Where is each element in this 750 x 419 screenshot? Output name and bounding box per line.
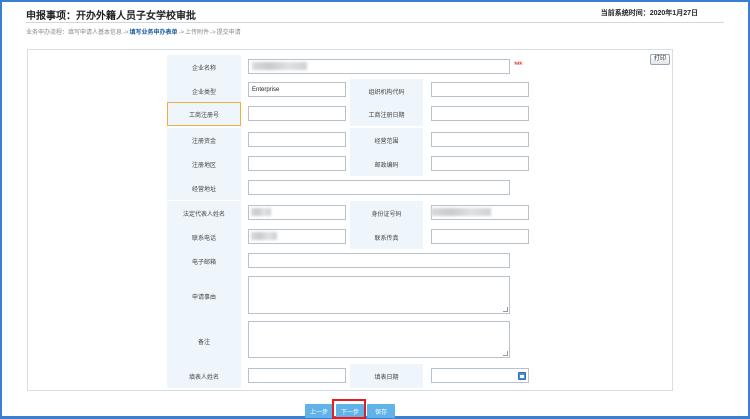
business-address-label: 经营地址 bbox=[167, 176, 241, 200]
step-1: 填写申请人基本信息 bbox=[68, 30, 123, 36]
reg-area-input[interactable] bbox=[248, 156, 346, 171]
required-mark: *** bbox=[514, 60, 522, 70]
step-2-current: 填写业务申办表单 bbox=[129, 30, 178, 36]
reg-date-label: 工商注册日期 bbox=[350, 102, 423, 126]
title-divider bbox=[26, 22, 724, 23]
reason-textarea[interactable] bbox=[248, 276, 510, 314]
page-title: 申报事项：开办外籍人员子女学校审批 bbox=[26, 11, 196, 22]
calendar-icon[interactable] bbox=[518, 372, 526, 380]
step-separator: -> bbox=[123, 30, 129, 36]
steps-prefix: 业务申办流程： bbox=[26, 30, 69, 36]
postal-code-input[interactable] bbox=[431, 156, 529, 171]
step-3: 上传附件 bbox=[185, 30, 210, 36]
remark-textarea[interactable] bbox=[248, 321, 510, 358]
redacted-id-number bbox=[431, 208, 491, 216]
reg-date-input[interactable] bbox=[431, 106, 529, 121]
org-code-label: 组织机构代码 bbox=[350, 79, 423, 103]
reg-no-input[interactable] bbox=[248, 106, 346, 121]
company-type-input[interactable]: Enterprise bbox=[248, 82, 346, 97]
business-scope-input[interactable] bbox=[431, 132, 529, 147]
id-number-label: 身份证号码 bbox=[350, 201, 423, 225]
fill-date-input[interactable] bbox=[431, 368, 529, 383]
process-steps: 业务申办流程：填写申请人基本信息->填写业务申办表单->上传附件->提交申请 bbox=[26, 27, 241, 36]
reg-capital-label: 注册资金 bbox=[167, 128, 241, 152]
reg-area-label: 注册地区 bbox=[167, 152, 241, 176]
reg-capital-input[interactable] bbox=[248, 132, 346, 147]
company-type-label: 企业类型 bbox=[167, 79, 241, 103]
legal-rep-label: 法定代表人姓名 bbox=[167, 201, 241, 225]
fax-label: 联系传真 bbox=[350, 225, 423, 249]
redacted-legal-rep bbox=[251, 208, 271, 216]
reg-no-label: 工商注册号 bbox=[167, 102, 241, 126]
remark-label: 备注 bbox=[167, 319, 241, 364]
print-button[interactable]: 打印 bbox=[650, 54, 670, 65]
filler-name-label: 填表人姓名 bbox=[167, 364, 241, 388]
postal-code-label: 邮政编码 bbox=[350, 152, 423, 176]
system-time: 当前系统时间：2020年1月27日 bbox=[600, 10, 698, 17]
fill-date-label: 填表日期 bbox=[350, 364, 423, 388]
company-name-label: 企业名称 bbox=[167, 55, 241, 79]
reason-label: 申请事由 bbox=[167, 273, 241, 319]
email-label: 电子邮箱 bbox=[167, 249, 241, 273]
step-separator: -> bbox=[178, 30, 185, 36]
business-scope-label: 经营范围 bbox=[350, 128, 423, 152]
filler-name-input[interactable] bbox=[248, 368, 346, 383]
business-address-input[interactable] bbox=[248, 180, 510, 195]
redacted-phone bbox=[251, 232, 277, 240]
save-button[interactable]: 保存 bbox=[367, 404, 395, 418]
resize-handle-icon[interactable] bbox=[503, 351, 508, 356]
phone-label: 联系电话 bbox=[167, 225, 241, 249]
next-button-highlight bbox=[332, 399, 366, 419]
org-code-input[interactable] bbox=[431, 82, 529, 97]
email-input[interactable] bbox=[248, 253, 510, 268]
step-separator: -> bbox=[210, 30, 216, 36]
prev-step-button[interactable]: 上一步 bbox=[305, 404, 333, 418]
fax-input[interactable] bbox=[431, 229, 529, 244]
step-4: 提交申请 bbox=[216, 30, 241, 36]
redacted-company-name bbox=[252, 62, 307, 70]
resize-handle-icon[interactable] bbox=[503, 307, 508, 312]
